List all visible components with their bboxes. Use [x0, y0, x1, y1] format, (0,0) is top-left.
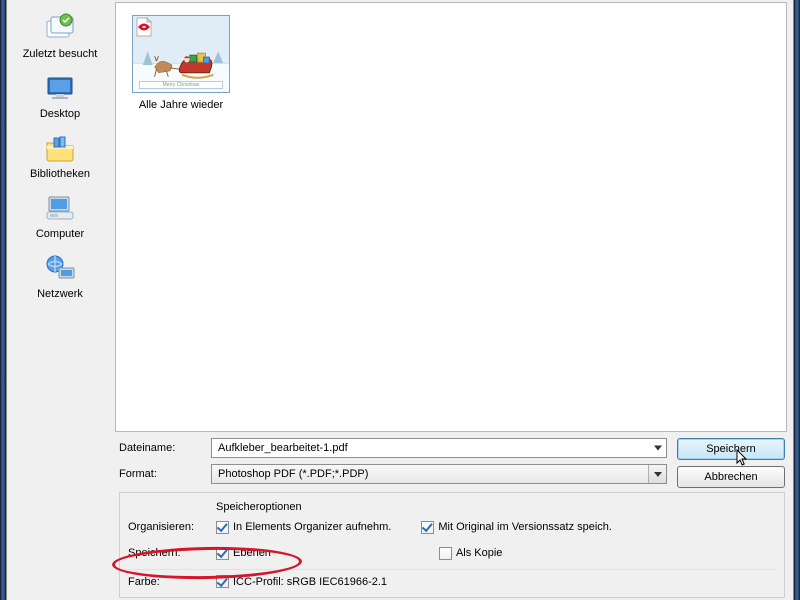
filename-input[interactable]: Aufkleber_bearbeitet-1.pdf — [211, 438, 667, 458]
cancel-button[interactable]: Abbrechen — [677, 466, 785, 488]
sidebar-item-desktop[interactable]: Desktop — [12, 68, 108, 120]
sidebar-item-label: Computer — [36, 228, 84, 240]
sidebar-item-libraries[interactable]: Bibliotheken — [12, 128, 108, 180]
sidebar-item-computer[interactable]: Computer — [12, 188, 108, 240]
file-thumbnail: Merry Christmas — [132, 15, 230, 93]
chevron-down-icon — [654, 446, 662, 451]
sidebar-item-label: Netzwerk — [37, 288, 83, 300]
checkbox-icc-profile[interactable]: ICC-Profil: sRGB IEC61966-2.1 — [216, 575, 387, 588]
desktop-icon — [40, 70, 80, 106]
sidebar-item-label: Zuletzt besucht — [23, 48, 98, 60]
checkbox-as-copy[interactable]: Als Kopie — [439, 547, 502, 560]
sidebar-item-recent[interactable]: Zuletzt besucht — [12, 8, 108, 60]
format-select[interactable]: Photoshop PDF (*.PDF;*.PDP) — [211, 464, 667, 484]
thumbnail-caption: Merry Christmas — [139, 81, 223, 89]
sidebar-item-network[interactable]: Netzwerk — [12, 248, 108, 300]
checkbox-layers[interactable]: Ebenen — [216, 547, 271, 560]
places-sidebar: Zuletzt besucht Desktop — [7, 0, 113, 600]
color-group-label: Farbe: — [128, 576, 216, 588]
organize-label: Organisieren: — [128, 521, 216, 533]
format-label: Format: — [113, 468, 211, 480]
network-icon — [40, 250, 80, 286]
sidebar-item-label: Bibliotheken — [30, 168, 90, 180]
chevron-down-icon — [648, 465, 666, 483]
format-value: Photoshop PDF (*.PDF;*.PDP) — [218, 468, 368, 480]
file-item[interactable]: Merry Christmas Alle Jahre wieder — [126, 15, 236, 111]
computer-icon — [40, 190, 80, 226]
file-item-label: Alle Jahre wieder — [139, 99, 223, 111]
file-list-pane[interactable]: Merry Christmas Alle Jahre wieder — [115, 2, 787, 432]
save-button[interactable]: Speichern — [677, 438, 785, 460]
filename-label: Dateiname: — [113, 442, 211, 454]
recent-places-icon — [40, 10, 80, 46]
save-options-group: Speicheroptionen Organisieren: In Elemen… — [119, 492, 785, 598]
checkbox-versionset[interactable]: Mit Original im Versionssatz speich. — [421, 521, 612, 534]
sidebar-item-label: Desktop — [40, 108, 80, 120]
pdf-badge-icon — [133, 16, 155, 38]
filename-value: Aufkleber_bearbeitet-1.pdf — [218, 442, 348, 454]
libraries-icon — [40, 130, 80, 166]
save-options-title: Speicheroptionen — [216, 501, 302, 513]
checkbox-organizer-include[interactable]: In Elements Organizer aufnehm. — [216, 521, 391, 534]
save-group-label: Speichern: — [128, 547, 216, 559]
